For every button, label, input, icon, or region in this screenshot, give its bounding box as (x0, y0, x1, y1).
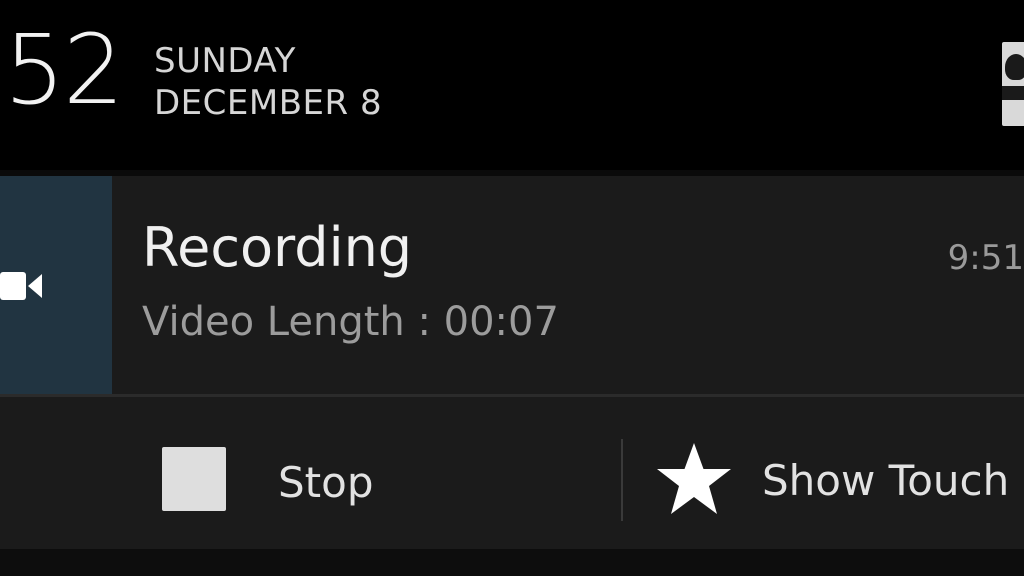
stop-button[interactable]: Stop (112, 397, 620, 549)
notification-text: Video Length : 00:07 (142, 299, 559, 345)
shade-header: 52 SUNDAY DECEMBER 8 (0, 0, 1024, 168)
user-profile-icon[interactable] (1002, 42, 1024, 126)
action-divider (621, 439, 623, 521)
recording-notification[interactable]: Recording 9:51 Video Length : 00:07 (0, 176, 1024, 394)
show-touch-button[interactable]: Show Touch (624, 397, 1024, 549)
day-label: SUNDAY (154, 41, 296, 81)
date-label: DECEMBER 8 (154, 83, 383, 123)
notification-icon-area (0, 176, 112, 394)
show-touch-label: Show Touch (762, 456, 1010, 505)
silhouette-body (1002, 86, 1024, 100)
stop-label: Stop (278, 458, 374, 507)
date-block[interactable]: SUNDAY DECEMBER 8 (154, 40, 382, 124)
video-camera-icon (0, 272, 42, 300)
clock: 52 (4, 14, 124, 126)
notification-title: Recording (142, 216, 413, 279)
silhouette-head (1005, 54, 1024, 80)
notification-time: 9:51 (947, 238, 1024, 278)
star-icon (657, 443, 731, 514)
bottom-strip (0, 549, 1024, 576)
notification-actions: Stop Show Touch (0, 397, 1024, 549)
notification-shade: 52 SUNDAY DECEMBER 8 Recording 9:51 Vide… (0, 0, 1024, 576)
stop-square-icon (162, 447, 226, 511)
